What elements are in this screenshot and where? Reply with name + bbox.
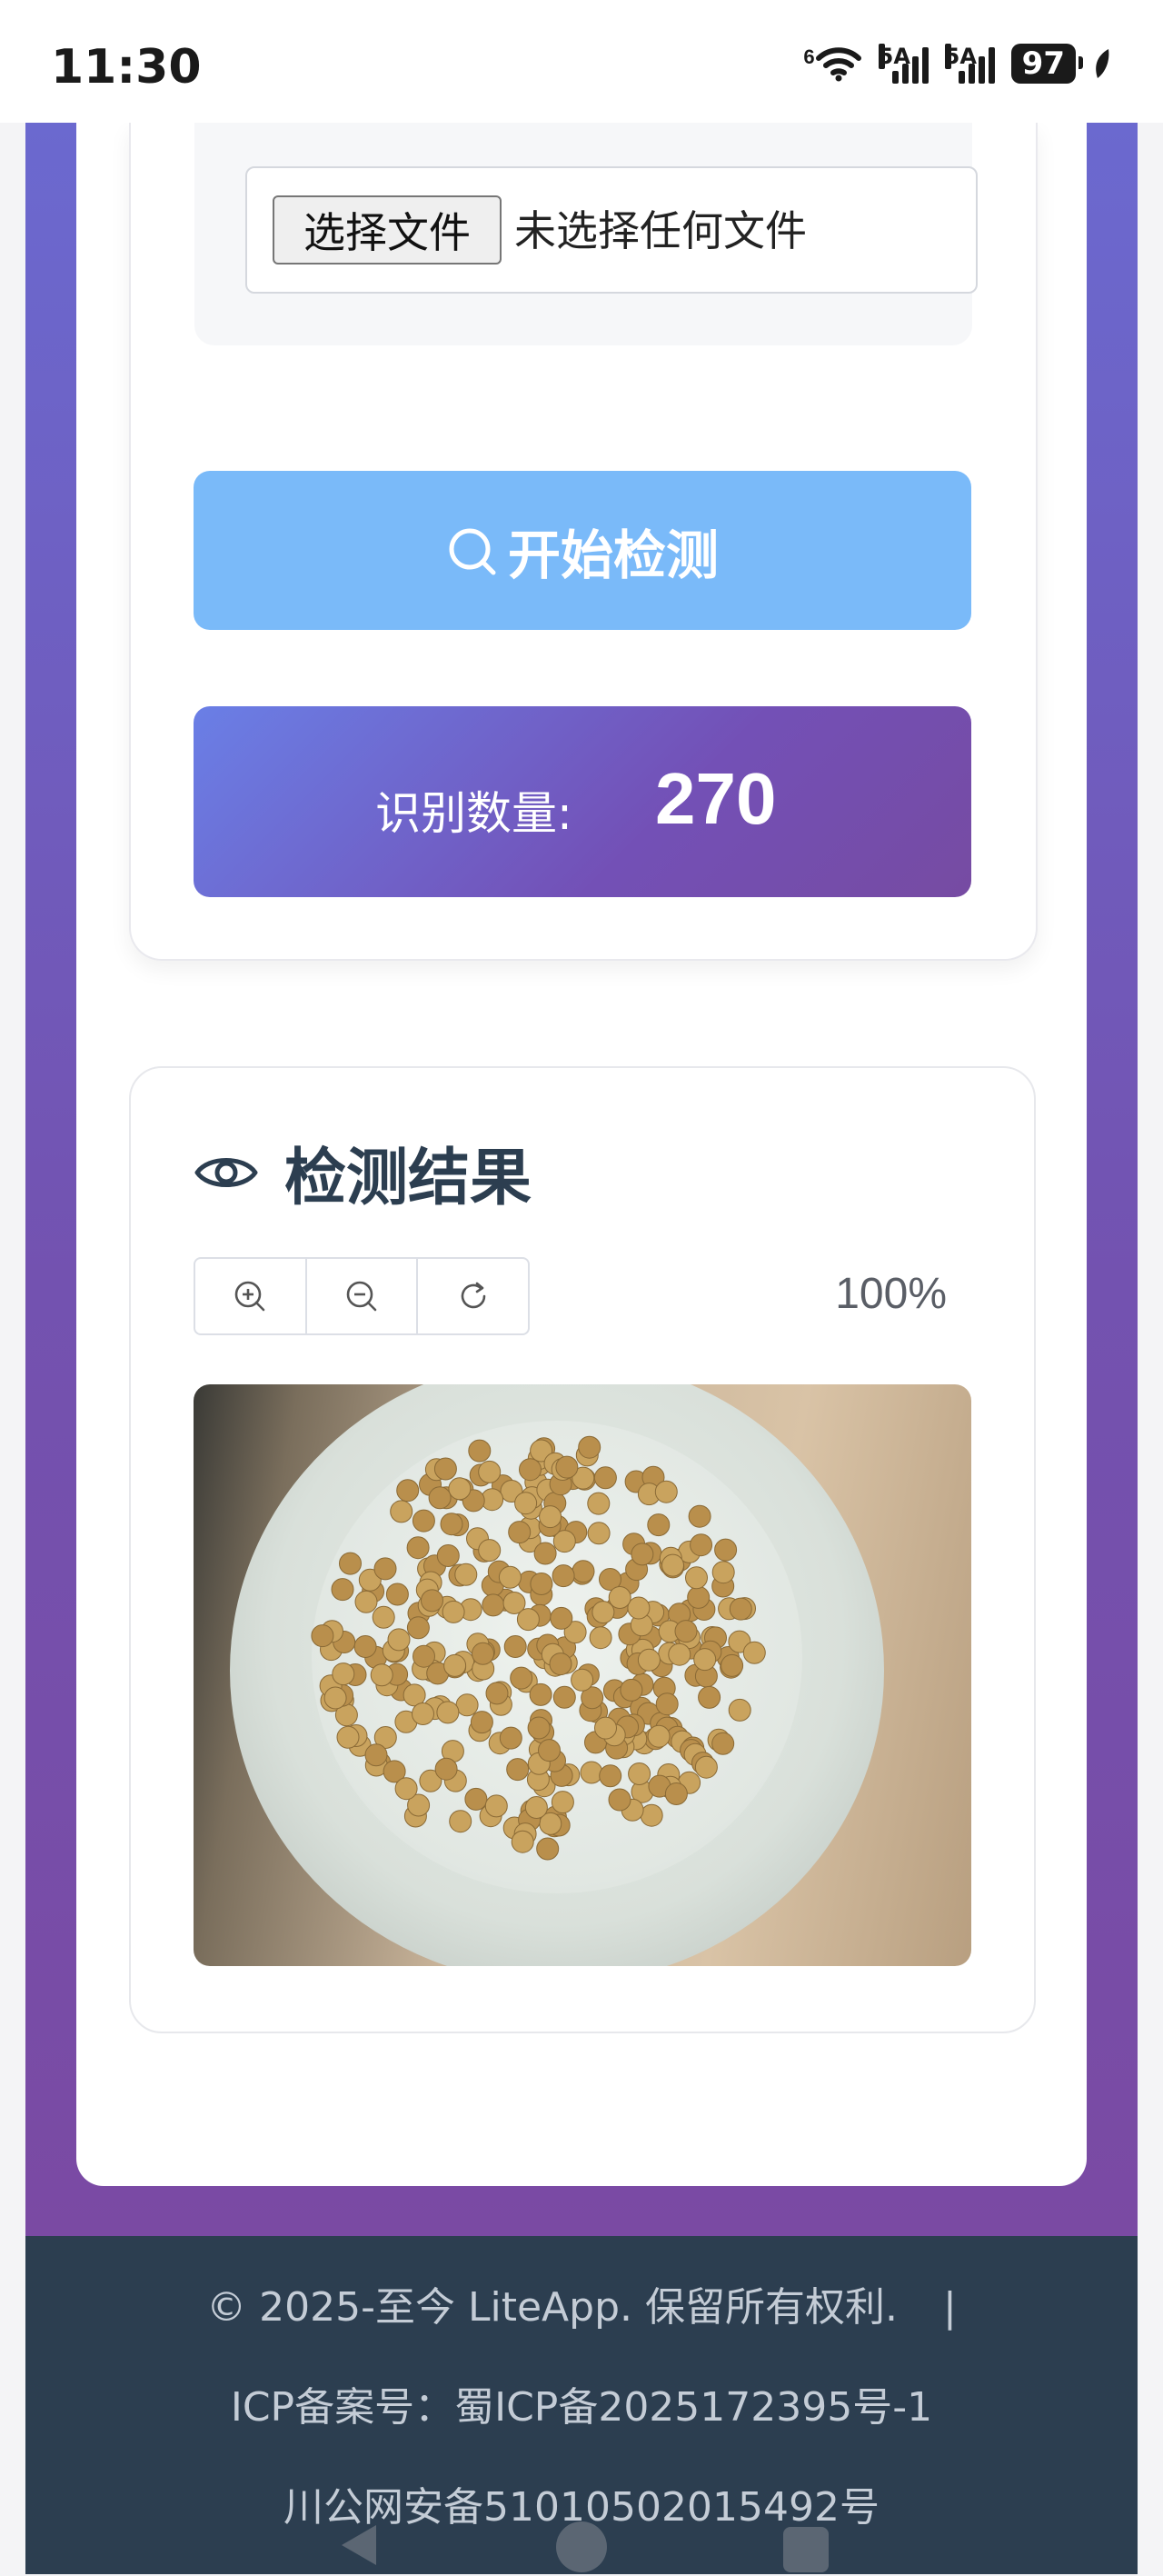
result-header: 检测结果 <box>194 1127 532 1217</box>
count-label: 识别数量: <box>375 787 572 840</box>
footer-copyright-line: © 2025-至今 LiteApp. 保留所有权利. | <box>25 2274 1138 2332</box>
result-title: 检测结果 <box>284 1143 532 1214</box>
zoom-in-icon <box>235 1281 265 1312</box>
soybeans <box>311 1435 766 1861</box>
zoom-level: 100% <box>835 1270 947 1318</box>
status-time: 11:30 <box>51 40 202 95</box>
back-icon[interactable] <box>331 2518 385 2572</box>
start-detection-label: 开始检测 <box>507 524 719 586</box>
home-icon[interactable] <box>552 2518 611 2576</box>
zoom-out-icon <box>346 1281 377 1312</box>
count-value: 270 <box>655 758 777 839</box>
battery-icon: 97 <box>1010 44 1084 84</box>
count-box: 识别数量: 270 <box>194 706 971 897</box>
signal-icon: 5A <box>878 44 929 84</box>
signal-icon: 5A <box>944 44 995 84</box>
wifi-icon: 6 <box>803 45 861 82</box>
navigation-bar <box>0 2518 1163 2574</box>
leaf-icon <box>1096 49 1109 78</box>
status-icons: 6 5A 5A 97 <box>803 44 1112 84</box>
eye-icon <box>194 1157 258 1187</box>
detection-result-image <box>194 1384 971 1966</box>
image-toolbar <box>194 1257 530 1335</box>
wifi-label: 6 <box>803 45 815 68</box>
status-bar: 11:30 6 5A 5A 97 <box>0 0 1163 123</box>
zoom-out-button[interactable] <box>307 1259 419 1333</box>
choose-file-button[interactable]: 选择文件 <box>273 195 502 265</box>
copyright-text: © 2025-至今 LiteApp. 保留所有权利. <box>206 2284 898 2331</box>
recents-icon[interactable] <box>780 2523 832 2576</box>
rotate-icon <box>461 1282 485 1309</box>
file-status-text: 未选择任何文件 <box>514 206 807 255</box>
start-detection-button[interactable]: 开始检测 <box>194 471 971 630</box>
rotate-button[interactable] <box>418 1259 528 1333</box>
icp-link[interactable]: ICP备案号：蜀ICP备2025172395号-1 <box>25 2374 1138 2432</box>
network-label: 5A <box>944 44 977 69</box>
zoom-in-button[interactable] <box>195 1259 307 1333</box>
network-label: 5A <box>878 44 910 69</box>
search-icon <box>449 528 496 574</box>
footer-separator: | <box>942 2284 957 2331</box>
